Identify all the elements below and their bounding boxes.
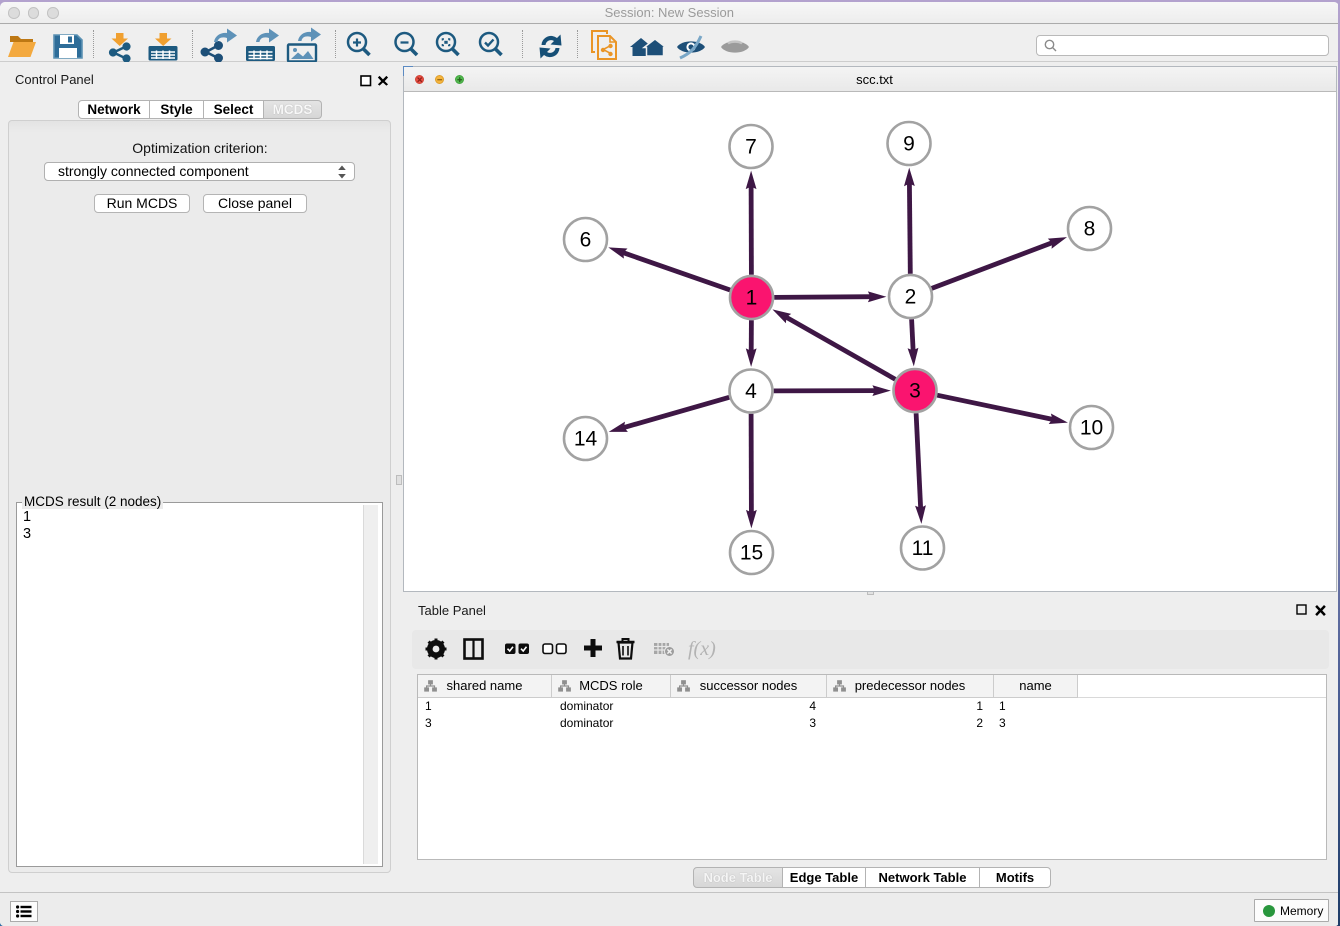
svg-text:9: 9 bbox=[903, 133, 915, 156]
svg-text:6: 6 bbox=[579, 229, 591, 252]
svg-text:11: 11 bbox=[911, 537, 933, 560]
svg-text:f(x): f(x) bbox=[688, 638, 716, 660]
svg-text:3: 3 bbox=[909, 380, 921, 403]
svg-text:4: 4 bbox=[745, 380, 757, 403]
svg-text:7: 7 bbox=[745, 136, 757, 159]
svg-text:1: 1 bbox=[745, 287, 757, 310]
svg-text:10: 10 bbox=[1079, 417, 1102, 440]
svg-text:15: 15 bbox=[739, 542, 762, 565]
svg-text:8: 8 bbox=[1083, 218, 1095, 241]
svg-text:14: 14 bbox=[573, 428, 597, 451]
svg-text:2: 2 bbox=[904, 286, 916, 309]
